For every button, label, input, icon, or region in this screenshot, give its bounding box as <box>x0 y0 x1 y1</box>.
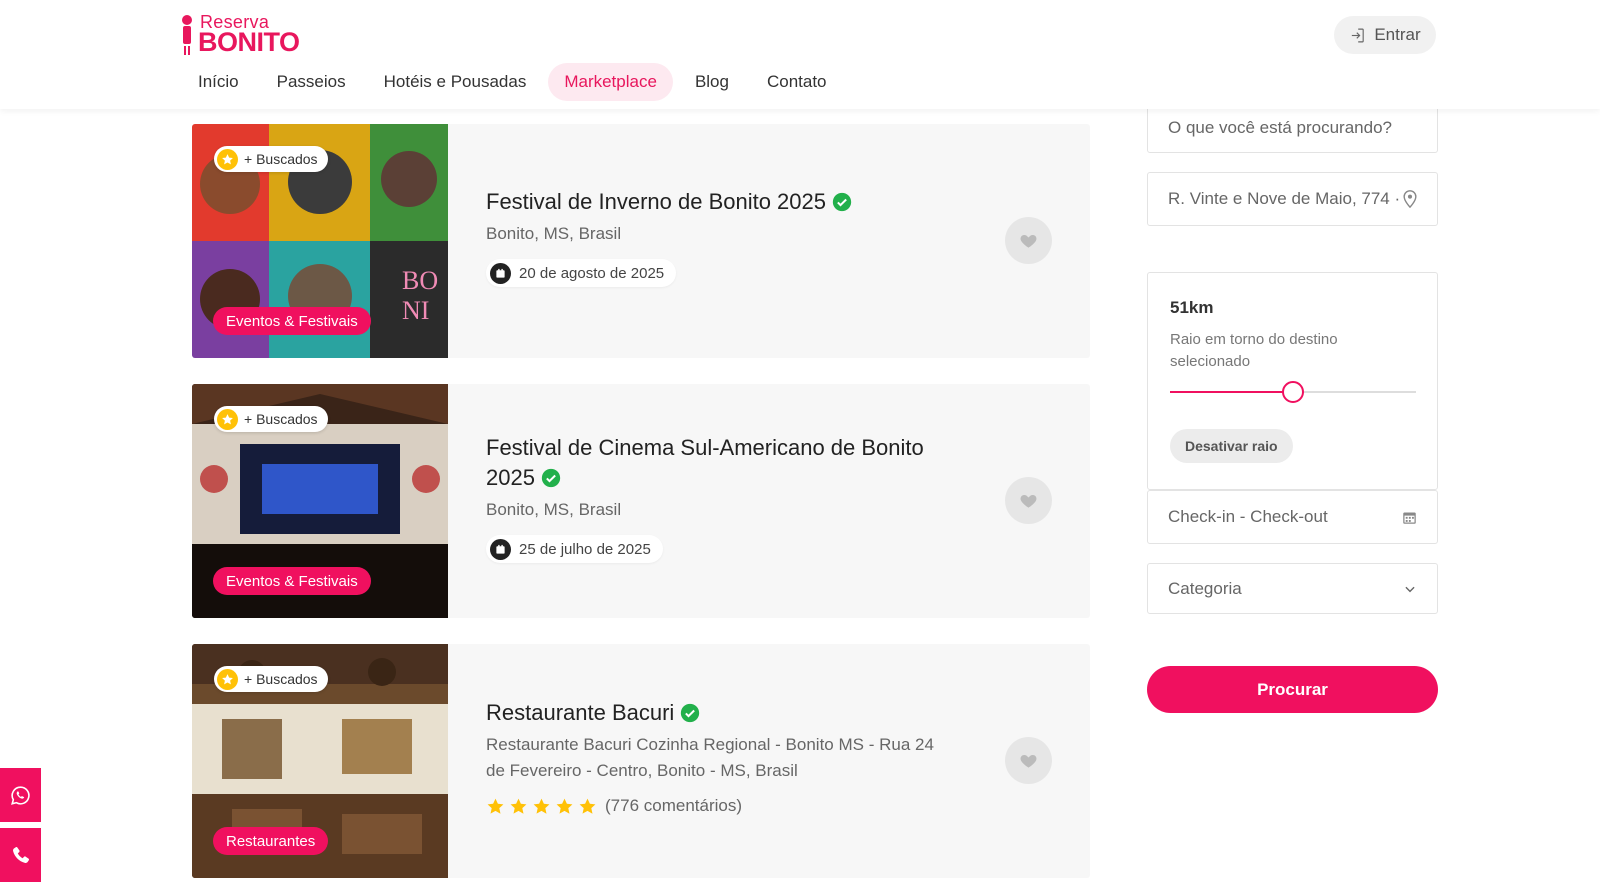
main-nav: Início Passeios Hotéis e Pousadas Market… <box>182 62 843 102</box>
listing-card[interactable]: + Buscados Restaurantes Restaurante Bacu… <box>192 644 1090 878</box>
listing-address: Restaurante Bacuri Cozinha Regional - Bo… <box>486 735 934 780</box>
nav-item-passeios[interactable]: Passeios <box>261 63 362 101</box>
login-icon <box>1352 28 1365 42</box>
verified-check-icon <box>541 468 561 488</box>
location-input[interactable]: R. Vinte e Nove de Maio, 774 · <box>1147 172 1438 226</box>
listing-title-text[interactable]: Festival de Inverno de Bonito 2025 <box>486 189 826 214</box>
whatsapp-button[interactable] <box>0 768 41 822</box>
most-searched-label: + Buscados <box>244 671 318 687</box>
calendar-icon <box>490 262 511 284</box>
radius-slider-handle[interactable] <box>1282 381 1304 403</box>
nav-item-hoteis[interactable]: Hotéis e Pousadas <box>368 63 543 101</box>
nav-item-contato[interactable]: Contato <box>751 63 843 101</box>
listing-card[interactable]: + Buscados Eventos & Festivais Festival … <box>192 384 1090 618</box>
rating-stars: (776 comentários) <box>486 796 966 816</box>
svg-text:NI: NI <box>402 296 429 325</box>
listing-location: Bonito, MS, Brasil <box>486 500 622 519</box>
star-icon <box>217 408 238 430</box>
star-icon <box>217 668 238 690</box>
favorite-button[interactable] <box>1005 477 1052 524</box>
event-date: 25 de julho de 2025 <box>486 535 663 563</box>
listing-info: Restaurante Bacuri Restaurante Bacuri Co… <box>486 644 966 878</box>
reserva-bonito-logo[interactable]: Reserva BONITO <box>180 12 315 58</box>
most-searched-label: + Buscados <box>244 151 318 167</box>
category-select[interactable]: Categoria <box>1147 563 1438 614</box>
most-searched-badge: + Buscados <box>214 406 328 432</box>
search-input[interactable]: O que você está procurando? <box>1147 102 1438 153</box>
verified-check-icon <box>832 192 852 212</box>
calendar-icon <box>1403 512 1416 524</box>
nav-item-inicio[interactable]: Início <box>182 63 255 101</box>
radius-slider[interactable] <box>1170 381 1416 403</box>
star-rating-icon <box>579 798 596 814</box>
listing-location: Bonito, MS, Brasil <box>486 224 622 243</box>
date-range-input[interactable]: Check-in - Check-out <box>1147 490 1438 544</box>
radius-description: Raio em torno do destino selecionado <box>1170 331 1338 370</box>
nav-item-blog[interactable]: Blog <box>679 63 745 101</box>
logo-text-bottom: BONITO <box>198 27 300 57</box>
search-placeholder: O que você está procurando? <box>1168 117 1392 137</box>
radius-value: 51km <box>1170 298 1214 317</box>
event-date-text: 25 de julho de 2025 <box>519 540 651 558</box>
date-range-placeholder: Check-in - Check-out <box>1168 507 1328 526</box>
listing-image[interactable]: BO NI + Buscados Eventos & Festivais <box>192 124 448 358</box>
listing-card[interactable]: BO NI + Buscados Eventos & Festivais Fes… <box>192 124 1090 358</box>
most-searched-badge: + Buscados <box>214 146 328 172</box>
login-label: Entrar <box>1374 25 1421 44</box>
listing-title[interactable]: Festival de Cinema Sul-Americano de Boni… <box>486 433 966 493</box>
map-pin-icon[interactable] <box>1403 190 1417 208</box>
listing-info: Festival de Inverno de Bonito 2025 Bonit… <box>486 124 966 358</box>
listing-image[interactable]: + Buscados Restaurantes <box>192 644 448 878</box>
nav-item-marketplace[interactable]: Marketplace <box>548 63 673 101</box>
listing-info: Festival de Cinema Sul-Americano de Boni… <box>486 384 966 618</box>
star-icon <box>217 148 238 170</box>
listing-title[interactable]: Restaurante Bacuri <box>486 698 966 728</box>
disable-radius-button[interactable]: Desativar raio <box>1170 429 1293 463</box>
radius-filter: 51km Raio em torno do destino selecionad… <box>1147 272 1438 490</box>
listing-title-text[interactable]: Restaurante Bacuri <box>486 700 674 725</box>
review-count[interactable]: (776 comentários) <box>605 796 742 816</box>
calendar-icon <box>490 538 511 560</box>
star-rating-icon <box>487 798 504 814</box>
heart-icon <box>1020 754 1037 768</box>
star-rating-icon <box>556 798 573 814</box>
favorite-button[interactable] <box>1005 737 1052 784</box>
verified-check-icon <box>681 703 700 723</box>
search-button[interactable]: Procurar <box>1147 666 1438 713</box>
chevron-down-icon <box>1405 586 1415 592</box>
category-placeholder: Categoria <box>1168 578 1242 598</box>
svg-text:BO: BO <box>402 266 438 295</box>
logo-mark-icon <box>182 15 192 55</box>
most-searched-badge: + Buscados <box>214 666 328 692</box>
login-button[interactable]: Entrar <box>1334 16 1436 54</box>
favorite-button[interactable] <box>1005 217 1052 264</box>
event-date-text: 20 de agosto de 2025 <box>519 264 665 282</box>
heart-icon <box>1020 234 1037 248</box>
listing-title[interactable]: Festival de Inverno de Bonito 2025 <box>486 187 966 217</box>
phone-button[interactable] <box>0 828 41 882</box>
heart-icon <box>1020 494 1037 508</box>
star-rating-icon <box>510 798 527 814</box>
location-value: R. Vinte e Nove de Maio, 774 · <box>1168 189 1401 208</box>
radius-slider-fill <box>1170 391 1293 393</box>
category-badge[interactable]: Eventos & Festivais <box>213 567 371 595</box>
category-badge[interactable]: Restaurantes <box>213 827 329 855</box>
star-rating-icon <box>533 798 550 814</box>
site-header: Reserva BONITO Início Passeios Hotéis e … <box>0 0 1600 109</box>
whatsapp-icon <box>11 785 30 805</box>
most-searched-label: + Buscados <box>244 411 318 427</box>
phone-icon <box>13 846 30 863</box>
event-date: 20 de agosto de 2025 <box>486 259 677 287</box>
listing-image[interactable]: + Buscados Eventos & Festivais <box>192 384 448 618</box>
category-badge[interactable]: Eventos & Festivais <box>213 307 371 335</box>
